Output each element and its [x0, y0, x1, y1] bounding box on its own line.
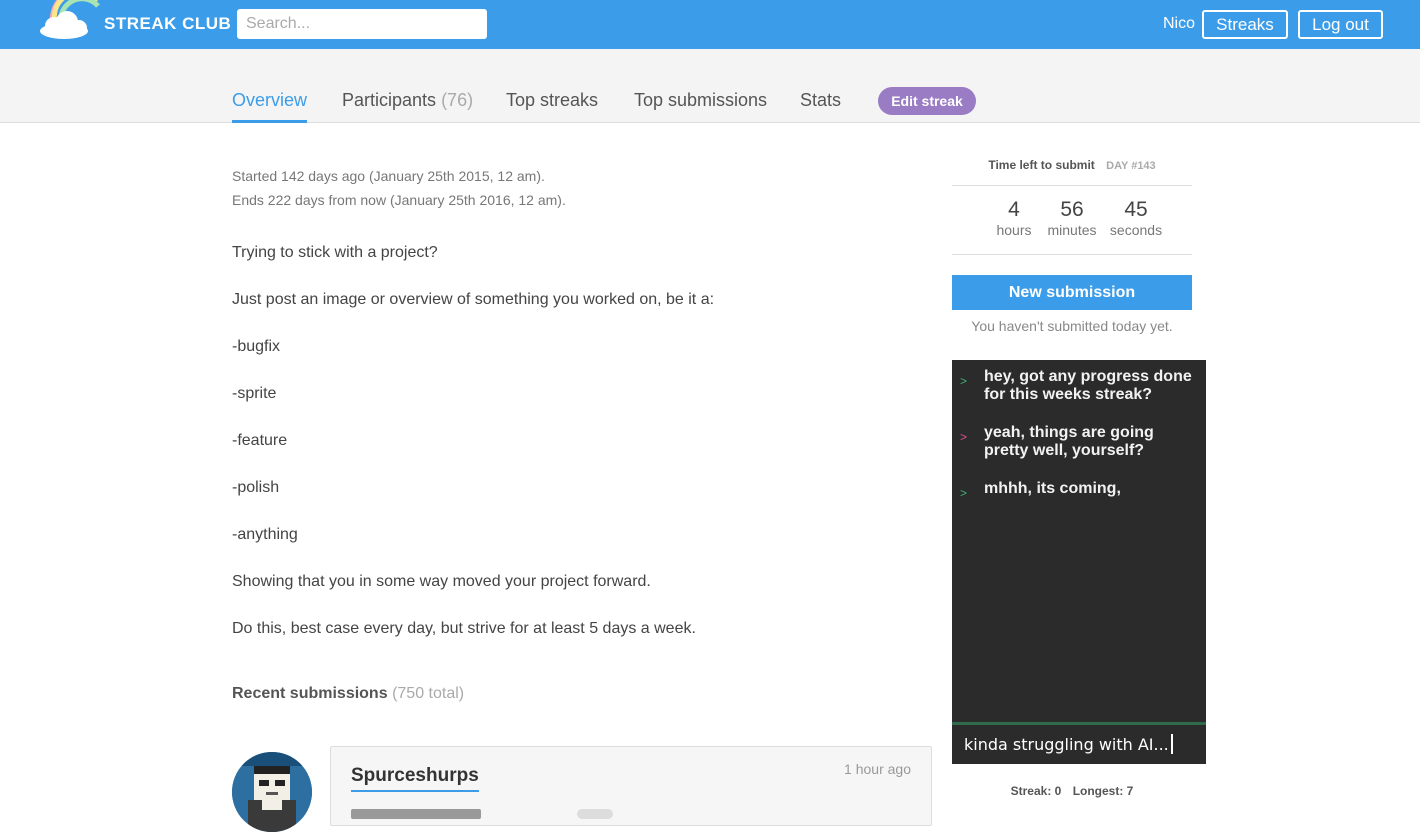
tab-overview[interactable]: Overview — [232, 90, 308, 123]
overview-content: Started 142 days ago (January 25th 2015,… — [232, 164, 932, 666]
description-line: -sprite — [232, 385, 277, 402]
tab-stats[interactable]: Stats — [800, 90, 841, 111]
rainbow-cloud-logo-icon[interactable] — [38, 0, 108, 40]
recent-submissions-total: (750 total) — [392, 685, 465, 702]
tab-participants-label: Participants — [342, 90, 437, 110]
tab-top-submissions[interactable]: Top submissions — [634, 90, 767, 111]
text-caret — [1170, 734, 1173, 754]
tab-participants[interactable]: Participants (76) — [342, 90, 473, 111]
time-left-header: Time left to submit DAY #143 — [952, 158, 1192, 186]
submission-title-placeholder — [351, 809, 481, 819]
hours-label: hours — [996, 222, 1032, 238]
description-line: Showing that you in some way moved your … — [232, 573, 651, 590]
new-submission-button[interactable]: New submission — [952, 275, 1192, 310]
description-line: Trying to stick with a project? — [232, 244, 438, 261]
chat-input-field[interactable]: kinda struggling with AI... — [952, 722, 1206, 764]
recent-submissions-heading: Recent submissions (750 total) — [232, 685, 464, 703]
brand-name[interactable]: STREAK CLUB — [104, 14, 231, 34]
day-number: DAY #143 — [1106, 160, 1156, 172]
description-line: Do this, best case every day, but strive… — [232, 620, 696, 637]
countdown-hours: 4 hours — [988, 198, 1040, 238]
minutes-value: 56 — [1060, 198, 1084, 221]
submission-card[interactable]: Spurceshurps 1 hour ago — [330, 746, 932, 826]
chat-message-text: hey, got any progress done for this week… — [984, 368, 1192, 403]
user-name-link[interactable]: Nico — [1163, 15, 1195, 33]
participants-count: (76) — [441, 90, 474, 110]
started-date: Started 142 days ago (January 25th 2015,… — [232, 168, 545, 184]
edit-streak-button[interactable]: Edit streak — [878, 87, 976, 115]
streak-stats: Streak: 0 Longest: 7 — [952, 784, 1192, 798]
chat-overlay: > hey, got any progress done for this we… — [952, 360, 1206, 764]
chat-input-text: kinda struggling with AI... — [964, 735, 1169, 754]
minutes-label: minutes — [1047, 222, 1097, 238]
chat-prompt-icon: > — [960, 430, 968, 444]
recent-submissions-label: Recent submissions — [232, 685, 388, 702]
search-input[interactable] — [237, 9, 487, 39]
countdown-seconds: 45 seconds — [1106, 198, 1166, 238]
streak-tab-bar: Overview Participants (76) Top streaks T… — [0, 49, 1420, 123]
submission-username-link[interactable]: Spurceshurps — [351, 765, 479, 792]
description-line: Just post an image or overview of someth… — [232, 291, 715, 308]
streak-description: Trying to stick with a project? Just pos… — [232, 243, 932, 639]
longest-streak: Longest: 7 — [1072, 784, 1134, 798]
chat-prompt-icon: > — [960, 486, 968, 500]
time-left-label: Time left to submit — [988, 158, 1095, 172]
submission-status-text: You haven't submitted today yet. — [971, 318, 1173, 334]
streaks-button[interactable]: Streaks — [1202, 10, 1288, 39]
countdown-timer: 4 hours 56 minutes 45 seconds — [952, 186, 1192, 255]
current-streak: Streak: 0 — [1010, 784, 1062, 798]
submission-tag — [577, 809, 613, 819]
chat-prompt-icon: > — [960, 374, 968, 388]
description-line: -bugfix — [232, 338, 281, 355]
submission-time: 1 hour ago — [844, 761, 911, 777]
ends-date: Ends 222 days from now (January 25th 201… — [232, 192, 566, 208]
pixel-avatar-icon — [232, 752, 312, 832]
chat-message-text: yeah, things are going pretty well, your… — [984, 424, 1154, 459]
description-line: -feature — [232, 432, 288, 449]
countdown-minutes: 56 minutes — [1044, 198, 1100, 238]
logout-button[interactable]: Log out — [1298, 10, 1383, 39]
streak-dates: Started 142 days ago (January 25th 2015,… — [232, 164, 932, 212]
description-line: -anything — [232, 526, 298, 543]
tab-top-streaks[interactable]: Top streaks — [506, 90, 598, 111]
chat-input-value: kinda struggling with AI... — [964, 734, 1173, 754]
description-line: -polish — [232, 479, 280, 496]
chat-message-text: mhhh, its coming, — [984, 480, 1121, 497]
hours-value: 4 — [1008, 198, 1020, 221]
seconds-label: seconds — [1109, 222, 1163, 238]
seconds-value: 45 — [1124, 198, 1148, 221]
avatar[interactable] — [232, 752, 312, 832]
top-navbar: STREAK CLUB Nico Streaks Log out — [0, 0, 1420, 49]
